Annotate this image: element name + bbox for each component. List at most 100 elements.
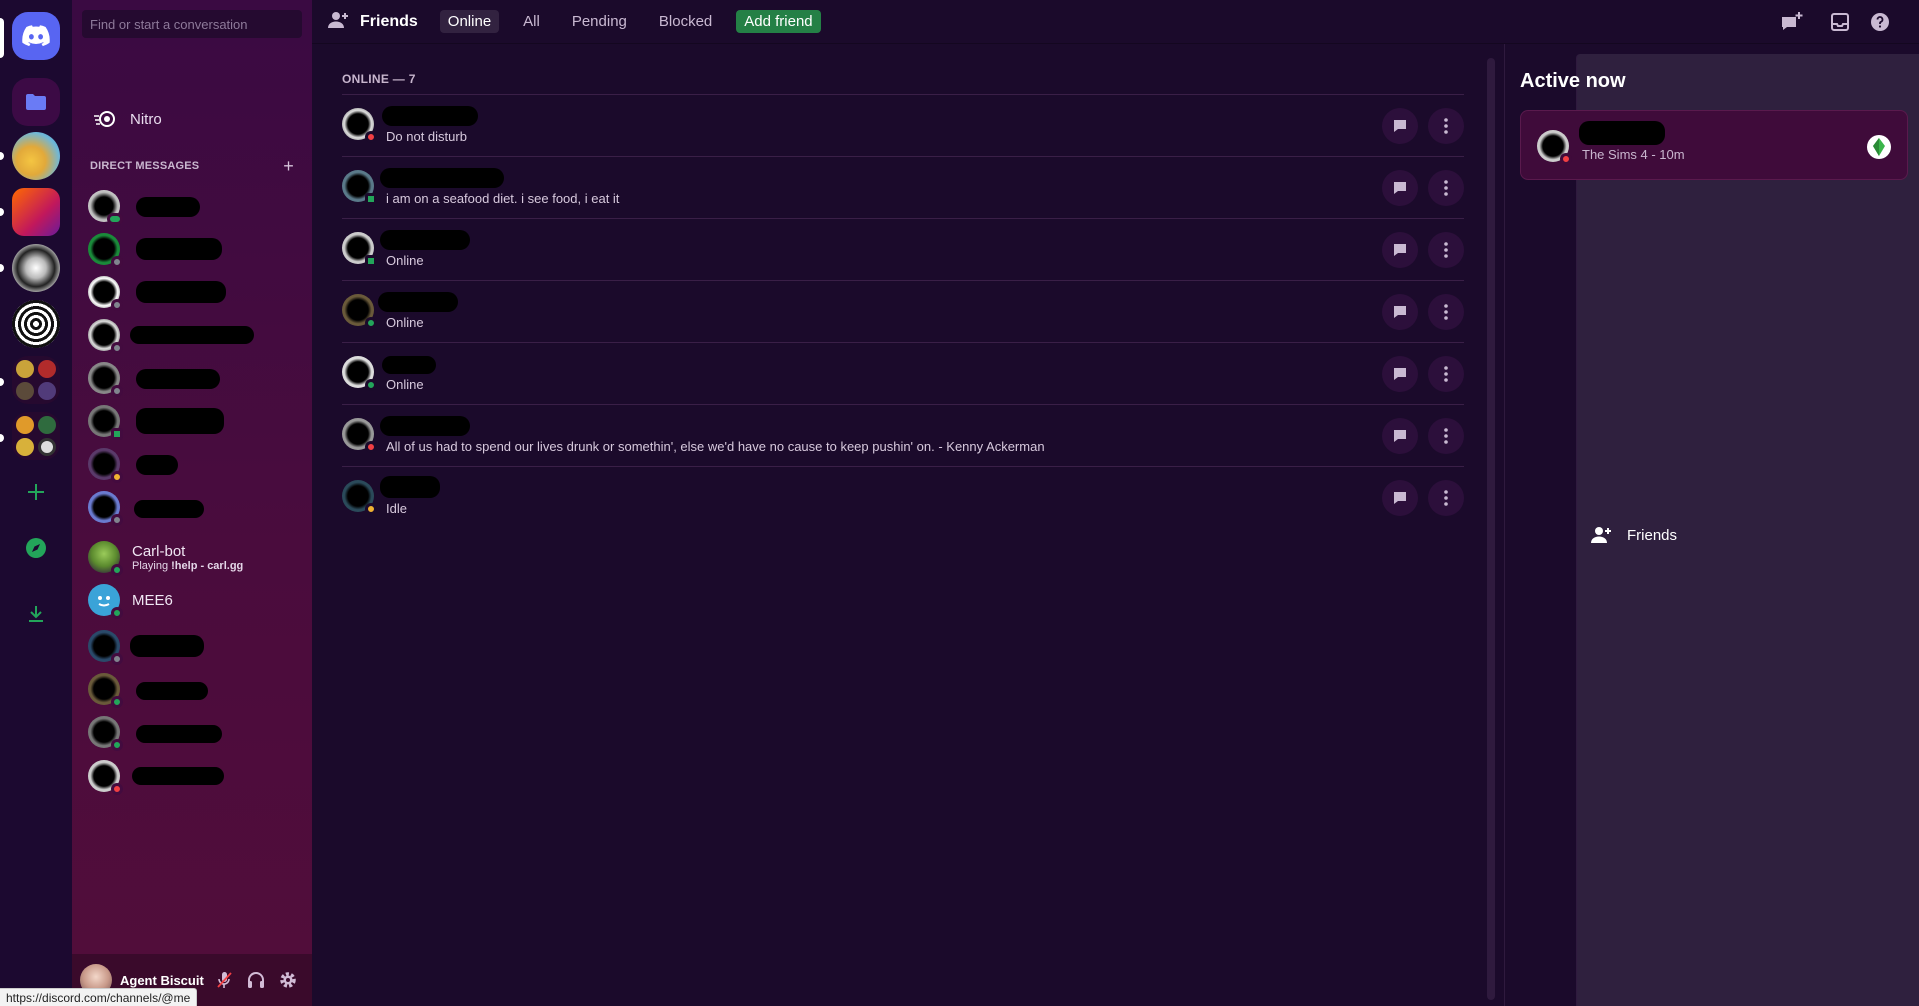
status-indicator [365,441,377,453]
new-group-dm-icon [1782,12,1803,30]
more-button[interactable] [1428,480,1464,516]
mute-button[interactable] [212,968,236,992]
list-item[interactable] [80,271,304,313]
table-row[interactable]: Do not disturb [342,94,1464,156]
status-indicator [111,256,123,268]
inbox-button[interactable] [1828,10,1852,34]
message-button[interactable] [1382,294,1418,330]
nitro-icon [94,108,116,130]
username[interactable]: Agent Biscuit [120,973,204,988]
avatar [342,108,377,143]
more-button[interactable] [1428,170,1464,206]
list-item[interactable] [80,400,304,442]
message-button[interactable] [1382,356,1418,392]
avatar [342,418,377,453]
redacted-name [136,238,222,260]
add-friend-button[interactable]: Add friend [736,10,821,33]
avatar [88,405,123,440]
tab-blocked[interactable]: Blocked [651,10,720,33]
user-settings-button[interactable] [276,968,300,992]
table-row[interactable]: Online [342,342,1464,404]
server-avatar[interactable] [12,244,60,292]
status-indicator [111,696,123,708]
status-text: Online [386,315,424,330]
activity-name: !help - carl.gg [171,559,244,572]
status-text: i am on a seafood diet. i see food, i ea… [386,191,620,206]
add-server-button[interactable] [12,468,60,516]
server-folder[interactable] [12,412,60,460]
avatar [88,276,123,311]
list-item[interactable] [80,228,304,270]
direct-messages-label: DIRECT MESSAGES [90,160,200,172]
discord-home-button[interactable] [12,12,60,60]
explore-servers-button[interactable] [12,524,60,572]
more-vertical-icon [1444,428,1448,444]
list-item[interactable] [80,486,304,528]
table-row[interactable]: Idle [342,466,1464,528]
server-avatar[interactable] [12,188,60,236]
table-row[interactable]: All of us had to spend our lives drunk o… [342,404,1464,466]
list-item[interactable] [80,314,304,356]
new-group-dm-button[interactable] [1780,10,1804,34]
status-text: Do not disturb [386,129,467,144]
more-button[interactable] [1428,294,1464,330]
message-button[interactable] [1382,232,1418,268]
message-button[interactable] [1382,170,1418,206]
redacted-name [134,500,204,518]
list-item[interactable] [80,185,304,227]
list-item[interactable] [80,443,304,485]
redacted-name [136,408,224,434]
list-item[interactable]: Carl-bot Playing !help - carl.gg [80,536,304,578]
sidebar-item-nitro[interactable]: Nitro [80,98,304,140]
tab-pending[interactable]: Pending [564,10,635,33]
avatar [88,630,123,665]
table-row[interactable]: i am on a seafood diet. i see food, i ea… [342,156,1464,218]
more-vertical-icon [1444,304,1448,320]
help-icon [1871,13,1889,31]
download-apps-button[interactable] [12,590,60,638]
status-text: Idle [386,501,407,516]
server-avatar[interactable] [12,132,60,180]
list-item[interactable] [80,668,304,710]
more-button[interactable] [1428,418,1464,454]
microphone-muted-icon [217,972,232,988]
server-folder[interactable] [12,356,60,404]
list-item[interactable] [80,357,304,399]
status-indicator [111,607,123,619]
message-button[interactable] [1382,418,1418,454]
message-icon [1394,120,1406,132]
search-input[interactable]: Find or start a conversation [82,10,302,38]
server-avatar[interactable] [12,300,60,348]
table-row[interactable]: Online [342,218,1464,280]
table-row[interactable]: Online [342,280,1464,342]
list-item[interactable] [80,711,304,753]
status-indicator [111,342,123,354]
tab-all[interactable]: All [515,10,548,33]
unread-indicator [0,208,4,216]
list-item[interactable]: MEE6 [80,579,304,621]
activity-card[interactable]: The Sims 4 - 10m [1520,110,1908,180]
status-indicator [107,213,123,225]
plus-icon[interactable]: + [283,157,294,175]
tab-online[interactable]: Online [439,10,500,33]
dm-name: MEE6 [132,591,173,609]
more-button[interactable] [1428,108,1464,144]
help-button[interactable] [1868,10,1892,34]
scrollbar[interactable] [1487,58,1495,1000]
avatar [88,233,123,268]
message-button[interactable] [1382,108,1418,144]
list-item[interactable] [80,625,304,667]
more-vertical-icon [1444,366,1448,382]
status-text: Online [386,253,424,268]
more-button[interactable] [1428,356,1464,392]
list-item[interactable] [80,755,304,797]
deafen-button[interactable] [244,968,268,992]
more-button[interactable] [1428,232,1464,268]
redacted-name [136,281,226,303]
folder-server[interactable] [12,78,60,126]
unread-indicator [0,378,4,386]
status-indicator [111,514,123,526]
message-button[interactable] [1382,480,1418,516]
redacted-name [378,292,458,312]
status-text: All of us had to spend our lives drunk o… [386,439,1045,454]
